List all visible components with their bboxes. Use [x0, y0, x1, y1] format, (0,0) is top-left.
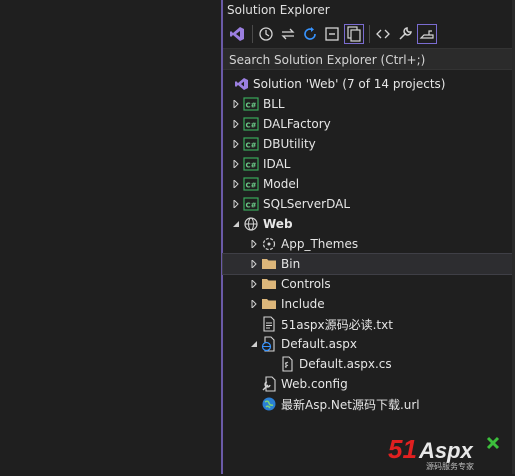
search-placeholder: Search Solution Explorer (Ctrl+;): [229, 53, 426, 67]
svg-text:51: 51: [388, 434, 417, 464]
collapse-all-icon[interactable]: [322, 24, 342, 44]
tree-item-label: SQLServerDAL: [263, 197, 351, 211]
toolbar-separator: [369, 25, 370, 43]
folder-icon: [261, 296, 277, 312]
watermark-logo: 51 Aspx 源码服务专家: [386, 430, 514, 472]
tree-item-label: 51aspx源码必读.txt: [281, 317, 393, 332]
config-file-icon: [261, 376, 277, 392]
svg-text:C#: C#: [245, 122, 256, 130]
tree-item-web[interactable]: Web: [223, 214, 515, 234]
chevron-right-icon[interactable]: [247, 294, 261, 314]
tree-item-readme-txt[interactable]: 51aspx源码必读.txt: [223, 314, 515, 334]
tree-item-label: BLL: [263, 97, 285, 111]
chevron-right-icon[interactable]: [229, 194, 243, 214]
url-file-icon: [261, 396, 277, 412]
tree-item-label: Default.aspx.cs: [299, 357, 392, 371]
chevron-right-icon[interactable]: [229, 154, 243, 174]
tree-item-default-aspx[interactable]: Default.aspx: [223, 334, 515, 354]
refresh-icon[interactable]: [300, 24, 320, 44]
tree-item-label: 最新Asp.Net源码下载.url: [281, 397, 420, 412]
folder-icon: [261, 256, 277, 272]
tree-item-idal[interactable]: C# IDAL: [223, 154, 515, 174]
editor-area: [0, 0, 221, 474]
properties-icon[interactable]: [395, 24, 415, 44]
web-project-icon: [243, 216, 259, 232]
tree-item-bin[interactable]: Bin: [222, 253, 515, 275]
csharp-project-icon: C#: [243, 176, 259, 192]
tree-item-label: Default.aspx: [281, 337, 357, 351]
themes-icon: [261, 236, 277, 252]
tree-item-label: Web.config: [281, 377, 348, 391]
solution-label: Solution 'Web' (7 of 14 projects): [253, 77, 446, 91]
tree-item-sqlserverdal[interactable]: C# SQLServerDAL: [223, 194, 515, 214]
csharp-project-icon: C#: [243, 136, 259, 152]
vs-icon[interactable]: [227, 24, 247, 44]
show-all-files-icon[interactable]: [344, 24, 364, 44]
tree-item-label: DALFactory: [263, 117, 331, 131]
tree-item-label: App_Themes: [281, 237, 359, 251]
tree-item-label: Model: [263, 177, 300, 191]
csharp-project-icon: C#: [243, 116, 259, 132]
svg-text:C#: C#: [245, 162, 256, 170]
tree-item-label: Include: [281, 297, 325, 311]
tree-item-download-url[interactable]: 最新Asp.Net源码下载.url: [223, 394, 515, 414]
solution-explorer-panel: Solution Explorer Search Solution Explor…: [222, 0, 515, 474]
tree-item-model[interactable]: C# Model: [223, 174, 515, 194]
tree-item-controls[interactable]: Controls: [223, 274, 515, 294]
solution-tree: Solution 'Web' (7 of 14 projects) C# BLL…: [222, 70, 515, 414]
history-icon[interactable]: [256, 24, 276, 44]
svg-text:C#: C#: [245, 102, 256, 110]
tree-item-dbutility[interactable]: C# DBUtility: [223, 134, 515, 154]
csharp-project-icon: C#: [243, 96, 259, 112]
aspx-file-icon: [261, 336, 277, 352]
chevron-right-icon[interactable]: [229, 174, 243, 194]
chevron-right-icon[interactable]: [229, 114, 243, 134]
chevron-right-icon[interactable]: [247, 274, 261, 294]
tree-item-web-config[interactable]: Web.config: [223, 374, 515, 394]
csharp-project-icon: C#: [243, 156, 259, 172]
chevron-right-icon[interactable]: [247, 254, 261, 274]
chevron-down-icon[interactable]: [247, 334, 261, 354]
tree-item-include[interactable]: Include: [223, 294, 515, 314]
search-input[interactable]: Search Solution Explorer (Ctrl+;): [223, 48, 515, 70]
solution-icon: [233, 76, 249, 92]
tree-item-app-themes[interactable]: App_Themes: [223, 234, 515, 254]
panel-title: Solution Explorer: [227, 3, 330, 17]
svg-text:C#: C#: [245, 142, 256, 150]
preview-icon[interactable]: [417, 24, 437, 44]
svg-text:源码服务专家: 源码服务专家: [426, 461, 474, 471]
sync-icon[interactable]: [278, 24, 298, 44]
svg-text:Aspx: Aspx: [418, 438, 474, 463]
tree-item-label: Web: [263, 217, 293, 231]
text-file-icon: [261, 316, 277, 332]
tree-item-label: Bin: [281, 257, 301, 271]
toolbar-separator: [252, 25, 253, 43]
csharp-project-icon: C#: [243, 196, 259, 212]
chevron-right-icon[interactable]: [229, 134, 243, 154]
cs-file-icon: [279, 356, 295, 372]
chevron-right-icon[interactable]: [247, 234, 261, 254]
tree-item-dalfactory[interactable]: C# DALFactory: [223, 114, 515, 134]
code-icon[interactable]: [373, 24, 393, 44]
solution-node[interactable]: Solution 'Web' (7 of 14 projects): [223, 74, 515, 94]
tree-item-label: Controls: [281, 277, 331, 291]
chevron-down-icon[interactable]: [229, 214, 243, 234]
chevron-right-icon[interactable]: [229, 94, 243, 114]
svg-text:C#: C#: [245, 182, 256, 190]
svg-text:C#: C#: [245, 202, 256, 210]
folder-icon: [261, 276, 277, 292]
tree-item-bll[interactable]: C# BLL: [223, 94, 515, 114]
toolbar: [223, 20, 515, 48]
tree-item-default-aspx-cs[interactable]: Default.aspx.cs: [223, 354, 515, 374]
tree-item-label: IDAL: [263, 157, 291, 171]
tree-item-label: DBUtility: [263, 137, 316, 151]
